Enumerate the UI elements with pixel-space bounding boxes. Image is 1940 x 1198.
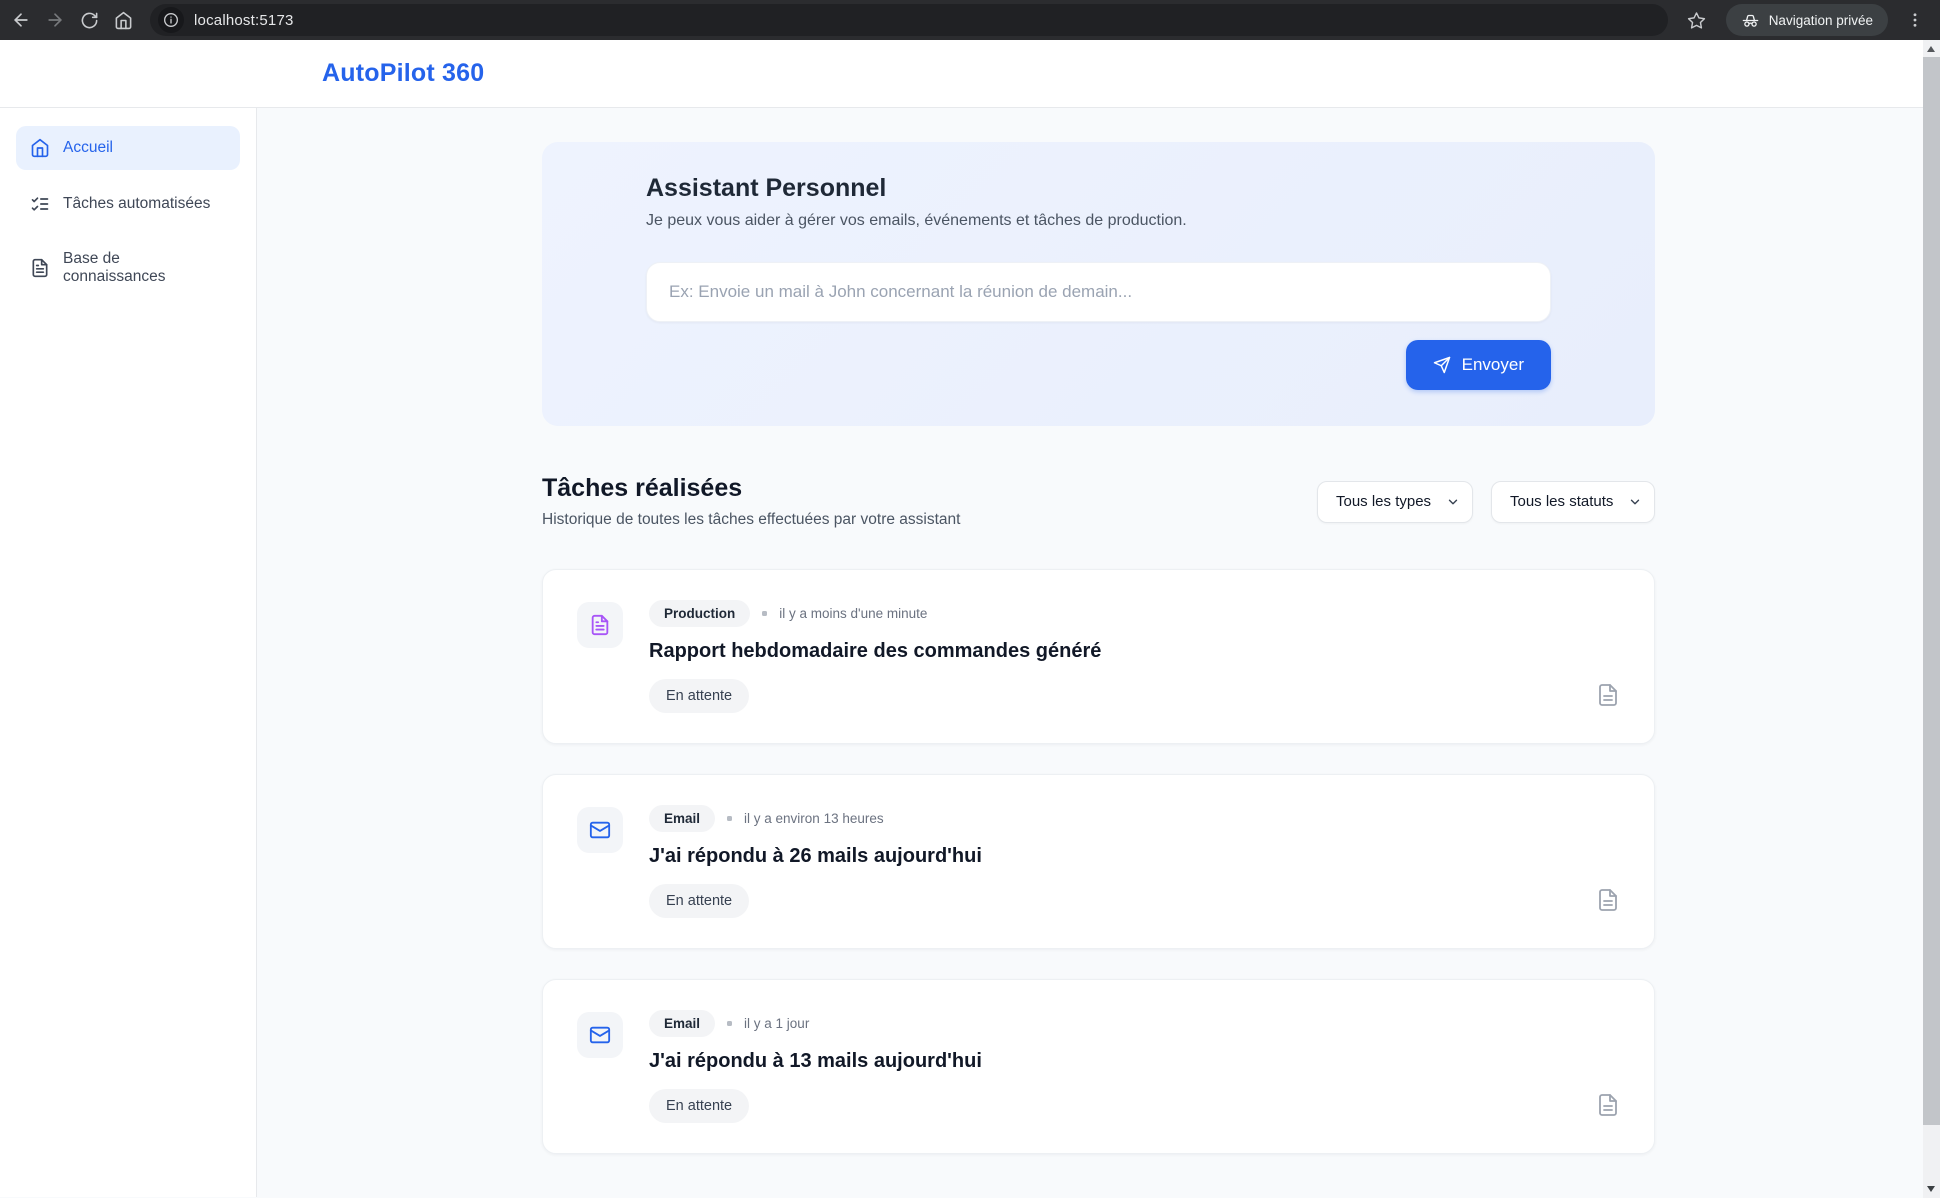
scrollbar-thumb[interactable]	[1923, 57, 1940, 1125]
dot-separator	[727, 816, 732, 821]
browser-toolbar: localhost:5173 Navigation privée	[0, 0, 1940, 40]
type-filter-select[interactable]: Tous les types	[1317, 481, 1473, 523]
sidebar-item-label: Accueil	[63, 139, 113, 157]
star-icon	[1687, 11, 1706, 30]
file-text-icon	[30, 258, 50, 278]
document-icon[interactable]	[1596, 1093, 1620, 1117]
home-icon	[114, 11, 133, 30]
mail-icon	[589, 1024, 611, 1046]
refresh-icon	[80, 11, 99, 30]
assistant-card: Assistant Personnel Je peux vous aider à…	[542, 142, 1655, 426]
scroll-down-arrow-icon[interactable]	[1927, 1186, 1935, 1192]
send-button[interactable]: Envoyer	[1406, 340, 1551, 390]
assistant-subtitle: Je peux vous aider à gérer vos emails, é…	[646, 212, 1551, 230]
app-header: AutoPilot 360	[0, 40, 1940, 108]
refresh-button[interactable]	[72, 3, 106, 37]
assistant-title: Assistant Personnel	[646, 174, 1551, 203]
address-bar[interactable]: localhost:5173	[150, 4, 1668, 36]
screen: localhost:5173 Navigation privée AutoPil…	[0, 0, 1940, 1198]
page-scrollbar[interactable]	[1923, 40, 1940, 1198]
info-icon	[163, 12, 179, 28]
list-checks-icon	[30, 194, 50, 214]
home-icon	[30, 138, 50, 158]
app-logo: AutoPilot 360	[322, 59, 484, 88]
assistant-command-input[interactable]	[646, 262, 1551, 322]
mail-icon	[589, 819, 611, 841]
private-browsing-label: Navigation privée	[1769, 13, 1873, 28]
scroll-up-arrow-icon[interactable]	[1927, 46, 1935, 52]
sidebar: Accueil Tâches automatisées Base de conn…	[0, 108, 257, 1197]
status-filter-select[interactable]: Tous les statuts	[1491, 481, 1655, 523]
task-status-badge: En attente	[649, 884, 749, 918]
document-icon[interactable]	[1596, 888, 1620, 912]
sidebar-item-base-de-connaissances[interactable]: Base de connaissances	[16, 238, 240, 298]
send-button-label: Envoyer	[1462, 355, 1524, 375]
kebab-menu-icon	[1906, 11, 1924, 29]
incognito-icon	[1741, 11, 1760, 30]
sidebar-item-label: Tâches automatisées	[63, 195, 210, 213]
task-timestamp: il y a environ 13 heures	[744, 811, 884, 826]
main-content: Assistant Personnel Je peux vous aider à…	[257, 108, 1940, 1197]
task-icon-box	[577, 602, 623, 648]
tasks-section-title: Tâches réalisées	[542, 474, 960, 503]
site-info-button[interactable]	[158, 7, 184, 33]
task-icon-box	[577, 1012, 623, 1058]
bookmark-button[interactable]	[1680, 3, 1714, 37]
task-list: Production il y a moins d'une minute Rap…	[542, 569, 1655, 1194]
task-title: J'ai répondu à 26 mails aujourd'hui	[649, 845, 982, 868]
browser-menu-button[interactable]	[1900, 3, 1930, 37]
task-card[interactable]: Production il y a moins d'une minute Rap…	[542, 569, 1655, 744]
file-text-icon	[589, 614, 611, 636]
dot-separator	[727, 1021, 732, 1026]
forward-button[interactable]	[38, 3, 72, 37]
task-title: J'ai répondu à 13 mails aujourd'hui	[649, 1050, 982, 1073]
private-browsing-badge: Navigation privée	[1726, 4, 1888, 36]
task-icon-box	[577, 807, 623, 853]
task-card[interactable]: Email il y a 1 jour J'ai répondu à 13 ma…	[542, 979, 1655, 1154]
url-text[interactable]: localhost:5173	[194, 12, 294, 29]
arrow-right-icon	[45, 10, 65, 30]
send-icon	[1433, 356, 1451, 374]
sidebar-item-accueil[interactable]: Accueil	[16, 126, 240, 170]
task-type-badge: Email	[649, 1010, 715, 1037]
task-timestamp: il y a 1 jour	[744, 1016, 809, 1031]
task-type-badge: Email	[649, 805, 715, 832]
home-button[interactable]	[106, 3, 140, 37]
task-status-badge: En attente	[649, 679, 749, 713]
document-icon[interactable]	[1596, 683, 1620, 707]
dot-separator	[762, 611, 767, 616]
task-status-badge: En attente	[649, 1089, 749, 1123]
task-card[interactable]: Email il y a environ 13 heures J'ai répo…	[542, 774, 1655, 949]
tasks-section-subtitle: Historique de toutes les tâches effectué…	[542, 511, 960, 529]
back-button[interactable]	[4, 3, 38, 37]
arrow-left-icon	[11, 10, 31, 30]
sidebar-item-taches-automatisees[interactable]: Tâches automatisées	[16, 182, 240, 226]
task-type-badge: Production	[649, 600, 750, 627]
task-title: Rapport hebdomadaire des commandes génér…	[649, 640, 1101, 663]
sidebar-item-label: Base de connaissances	[63, 250, 226, 286]
tasks-section-header: Tâches réalisées Historique de toutes le…	[542, 474, 1655, 529]
task-timestamp: il y a moins d'une minute	[779, 606, 927, 621]
